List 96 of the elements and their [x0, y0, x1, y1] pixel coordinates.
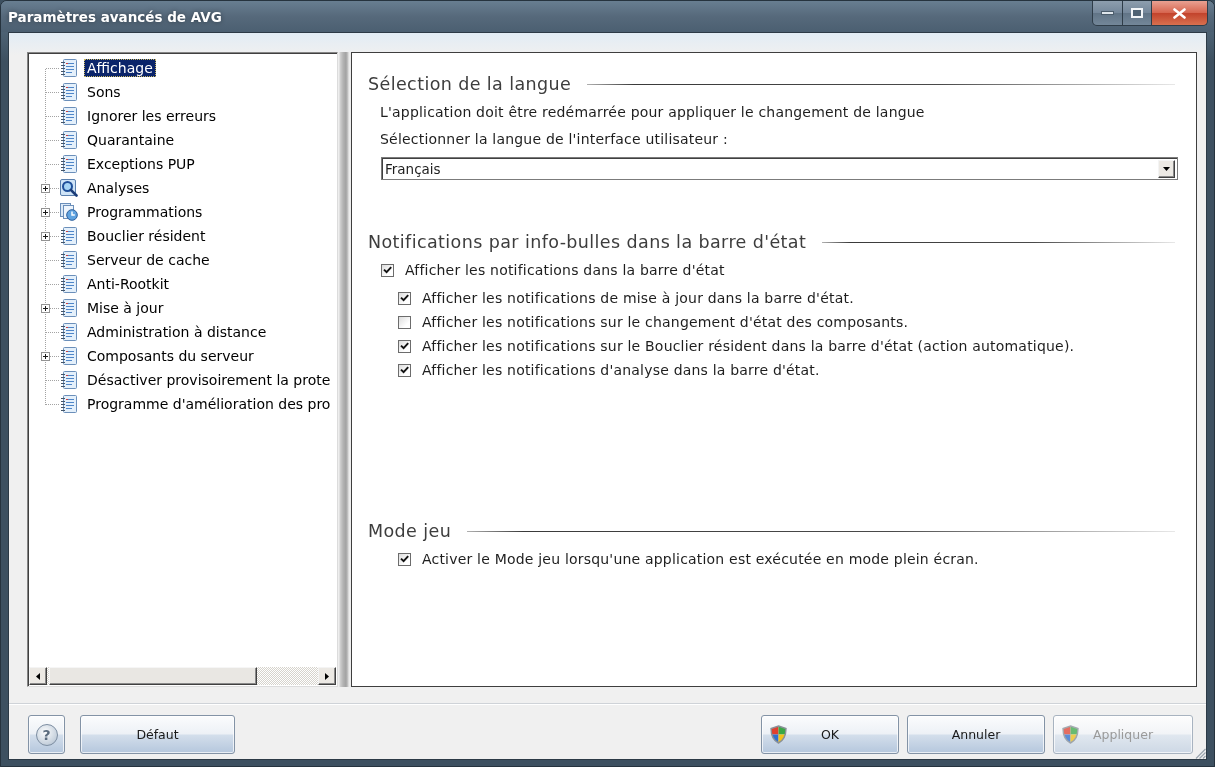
magnifier-icon: [60, 179, 78, 197]
notepad-icon: [60, 395, 78, 413]
checkbox-label[interactable]: Afficher les notifications de mise à jour dans la barre d'état.: [422, 289, 854, 307]
notepad-icon: [60, 251, 78, 269]
minimize-button[interactable]: [1092, 1, 1123, 26]
shield-icon: [1062, 725, 1079, 744]
checkbox-label[interactable]: Afficher les notifications sur le Bouclier résident dans la barre d'état (action automatique).: [422, 337, 1075, 355]
shield-icon: [770, 725, 787, 744]
notepad-icon: [60, 59, 78, 77]
checkbox[interactable]: [398, 339, 411, 353]
tree-item[interactable]: Serveur de cache: [84, 251, 213, 269]
scroll-thumb[interactable]: [49, 667, 257, 685]
notepad-icon: [60, 275, 78, 293]
maximize-icon: [1131, 8, 1143, 18]
dialog-button[interactable]: Défaut: [80, 715, 235, 754]
check-icon: [400, 294, 409, 302]
plus-icon: [43, 306, 48, 311]
checkbox-label[interactable]: Afficher les notifications dans la barre d'état: [405, 261, 725, 279]
check-icon: [400, 555, 409, 563]
notepad-icon: [60, 83, 78, 101]
window-title: Paramètres avancés de AVG: [8, 9, 222, 26]
expand-button[interactable]: [41, 184, 50, 193]
minimize-icon: [1101, 11, 1114, 15]
notepad-icon: [60, 323, 78, 341]
tree-item[interactable]: Anti-Rootkit: [84, 275, 173, 293]
expand-button[interactable]: [41, 208, 50, 217]
tree-connector: [45, 200, 60, 224]
tree-connector: [45, 104, 60, 128]
tree-connector: [45, 320, 60, 344]
checkbox-label[interactable]: Afficher les notifications sur le changement d'état des composants.: [422, 313, 909, 331]
expand-button[interactable]: [41, 304, 50, 313]
notepad-icon: [60, 347, 78, 365]
tree-connector: [45, 272, 60, 296]
plus-icon: [43, 186, 48, 191]
description-text: Sélectionner la langue de l'interface utilisateur :: [380, 130, 729, 148]
tree-connector: [45, 224, 60, 248]
tree-connector: [45, 128, 60, 152]
expand-button[interactable]: [41, 352, 50, 361]
tree-item[interactable]: Mise à jour: [84, 299, 167, 317]
triangle-right-icon: [325, 672, 329, 680]
checkbox[interactable]: [398, 291, 411, 305]
dialog-button[interactable]: Annuler: [907, 715, 1045, 754]
triangle-left-icon: [36, 672, 40, 680]
dialog-button[interactable]: OK: [761, 715, 899, 754]
close-icon: [1173, 7, 1186, 19]
description-text: L'application doit être redémarrée pour appliquer le changement de langue: [380, 103, 926, 121]
tree-connector: [45, 248, 60, 272]
tree-item[interactable]: Ignorer les erreurs: [84, 107, 220, 125]
tree-item[interactable]: Composants du serveur: [84, 347, 257, 365]
checkbox[interactable]: [398, 315, 411, 329]
document-clock-icon: [60, 203, 78, 221]
tree-connector: [45, 152, 60, 176]
scroll-right-button[interactable]: [318, 667, 336, 685]
plus-icon: [43, 234, 48, 239]
maximize-button[interactable]: [1123, 1, 1152, 26]
horizontal-scrollbar[interactable]: [29, 667, 336, 685]
tree-connector: [45, 296, 60, 320]
checkbox[interactable]: [398, 552, 411, 566]
notepad-icon: [60, 371, 78, 389]
check-icon: [400, 342, 409, 350]
checkbox-label[interactable]: Activer le Mode jeu lorsqu'une application est exécutée en mode plein écran.: [422, 550, 979, 568]
tree-item[interactable]: Bouclier résident: [84, 227, 209, 245]
tree-connector: [45, 344, 60, 368]
checkbox-label[interactable]: Afficher les notifications d'analyse dans la barre d'état.: [422, 361, 820, 379]
plus-icon: [43, 210, 48, 215]
tree-item[interactable]: Exceptions PUP: [84, 155, 198, 173]
tree-connector: [45, 176, 60, 200]
help-button[interactable]: ?: [28, 715, 65, 754]
check-icon: [400, 366, 409, 374]
notepad-icon: [60, 107, 78, 125]
plus-icon: [43, 354, 48, 359]
notepad-icon: [60, 155, 78, 173]
tree-item[interactable]: Sons: [84, 83, 124, 101]
caret-icon: [1163, 166, 1170, 171]
section-heading: Notifications par info-bulles dans la barre d'état: [368, 232, 807, 252]
language-dropdown[interactable]: Français: [381, 157, 1178, 180]
tree-item[interactable]: Programmations: [84, 203, 206, 221]
notepad-icon: [60, 131, 78, 149]
tree-item[interactable]: Administration à distance: [84, 323, 270, 341]
tree-item[interactable]: Affichage: [84, 59, 156, 77]
scroll-left-button[interactable]: [29, 667, 47, 685]
section-heading: Sélection de la langue: [368, 74, 572, 94]
close-button[interactable]: [1152, 1, 1208, 26]
notepad-icon: [60, 299, 78, 317]
resize-grip-icon: [1195, 748, 1206, 759]
tree-item[interactable]: Programme d'amélioration des pro: [84, 395, 334, 413]
checkbox[interactable]: [381, 263, 394, 277]
checkbox[interactable]: [398, 363, 411, 377]
tree-item[interactable]: Quarantaine: [84, 131, 178, 149]
notepad-icon: [60, 227, 78, 245]
tree-item[interactable]: Analyses: [84, 179, 153, 197]
section-heading: Mode jeu: [368, 521, 452, 541]
expand-button[interactable]: [41, 232, 50, 241]
tree-item[interactable]: Désactiver provisoirement la prote: [84, 371, 334, 389]
check-icon: [383, 266, 392, 274]
dropdown-button[interactable]: [1158, 159, 1175, 178]
